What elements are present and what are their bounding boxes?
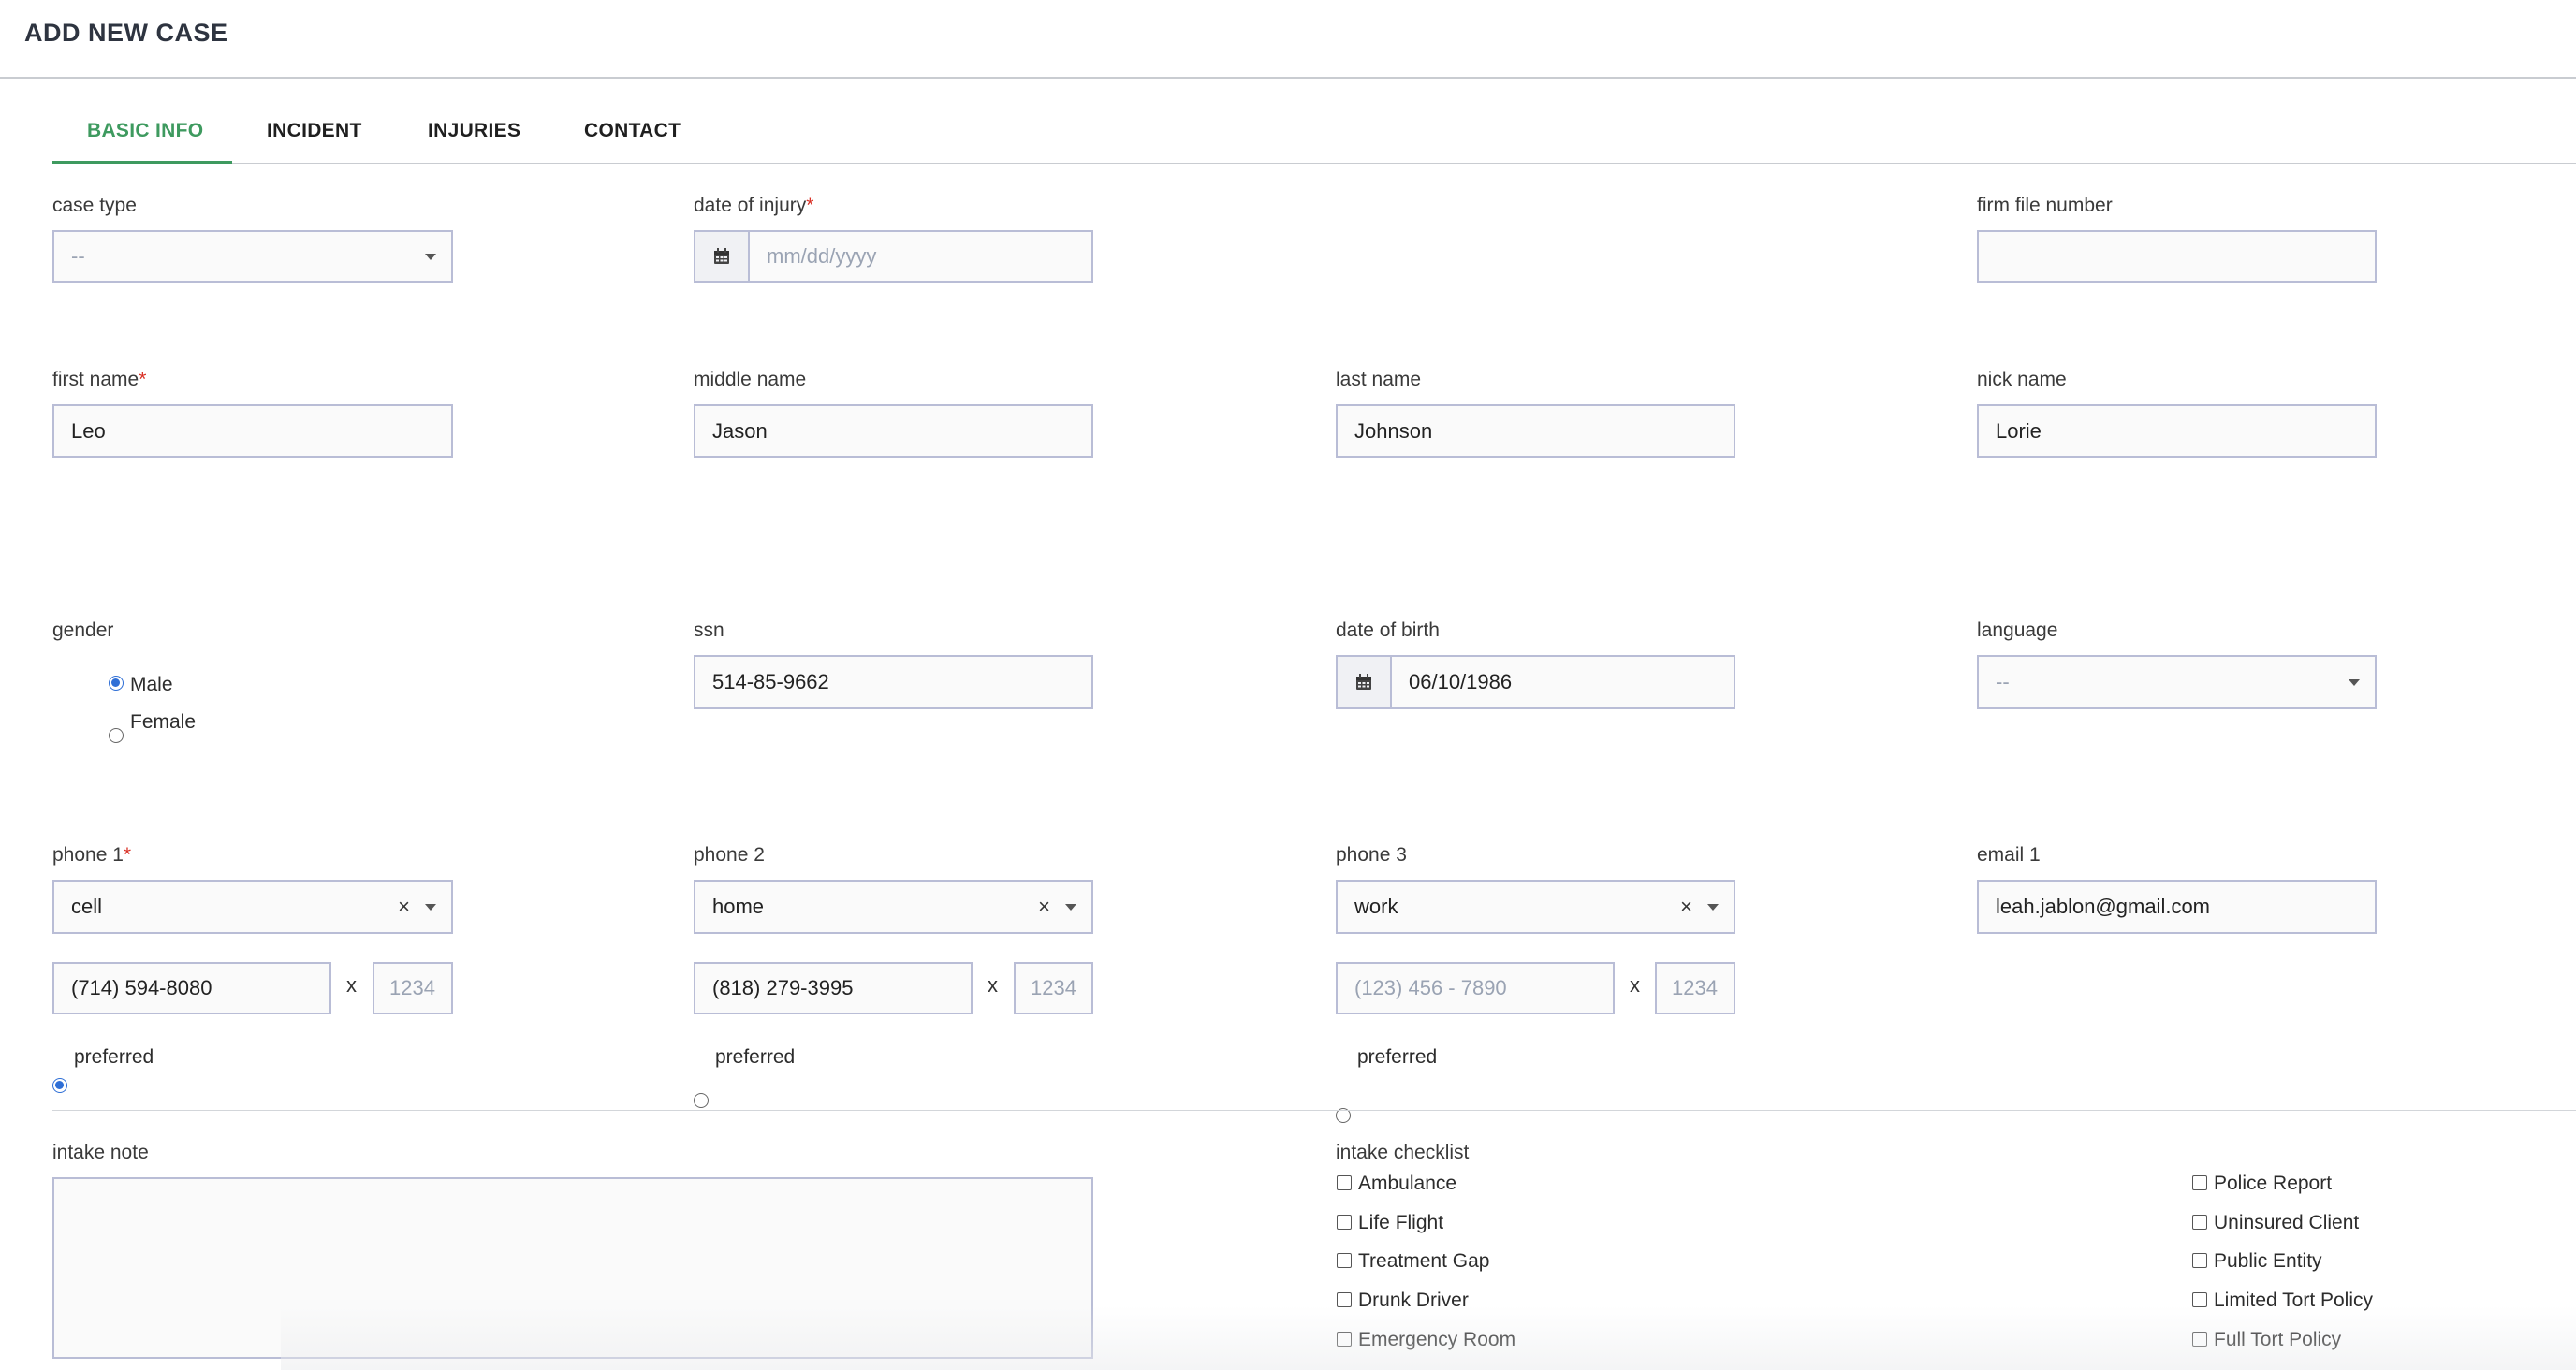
middle-name-label: middle name [694, 369, 807, 390]
phone-2-label: phone 2 [694, 844, 765, 866]
language-value: -- [1996, 670, 2010, 693]
date-of-injury-placeholder: mm/dd/yyyy [767, 244, 877, 268]
phone-2-number-input[interactable]: (818) 279-3995 [694, 962, 973, 1014]
nick-name-label: nick name [1977, 369, 2067, 390]
gender-female-label[interactable]: Female [130, 711, 196, 734]
email-1-label: email 1 [1977, 844, 2041, 866]
checklist-item-label[interactable]: Limited Tort Policy [2214, 1290, 2373, 1312]
checklist-item-label[interactable]: Drunk Driver [1358, 1290, 1469, 1312]
ssn-input[interactable]: 514-85-9662 [694, 655, 1093, 709]
phone-2-extension-input[interactable]: 1234 [1014, 962, 1093, 1014]
gender-female-radio[interactable] [109, 728, 124, 743]
first-name-label: first name* [52, 369, 147, 390]
phone-2-preferred-label[interactable]: preferred [715, 1046, 795, 1069]
header-divider [0, 77, 2576, 79]
email-1-input[interactable]: leah.jablon@gmail.com [1977, 880, 2377, 934]
checkbox-treatment-gap[interactable] [1337, 1253, 1352, 1268]
page-title: ADD NEW CASE [24, 19, 228, 47]
date-of-birth-field[interactable]: 06/10/1986 [1336, 655, 1735, 709]
phone-2-type-select[interactable]: home × [694, 880, 1093, 934]
case-type-value: -- [71, 244, 85, 268]
active-tab-indicator [52, 161, 232, 164]
phone-1-type-select[interactable]: cell × [52, 880, 453, 934]
phone-3-label: phone 3 [1336, 844, 1407, 866]
intake-note-textarea[interactable] [52, 1177, 1093, 1359]
extension-separator: x [346, 973, 357, 997]
intake-note-label: intake note [52, 1142, 149, 1163]
phone-1-number-input[interactable]: (714) 594-8080 [52, 962, 331, 1014]
tabs-divider [52, 163, 2576, 164]
chevron-down-icon [2349, 679, 2360, 686]
date-of-injury-label: date of injury* [694, 195, 814, 216]
phone-1-label: phone 1* [52, 844, 132, 866]
date-of-birth-label: date of birth [1336, 619, 1440, 641]
phone-3-extension-input[interactable]: 1234 [1655, 962, 1735, 1014]
phone-1-extension-input[interactable]: 1234 [373, 962, 453, 1014]
checkbox-full-tort-policy[interactable] [2192, 1332, 2207, 1347]
phone-1-preferred-label[interactable]: preferred [74, 1046, 154, 1069]
chevron-down-icon [1707, 904, 1719, 911]
language-label: language [1977, 619, 2058, 641]
last-name-input[interactable]: Johnson [1336, 404, 1735, 458]
middle-name-input[interactable]: Jason [694, 404, 1093, 458]
checkbox-public-entity[interactable] [2192, 1253, 2207, 1268]
date-of-injury-field[interactable]: mm/dd/yyyy [694, 230, 1093, 283]
gender-male-label[interactable]: Male [130, 674, 173, 696]
calendar-icon[interactable] [1338, 657, 1392, 707]
checklist-item-label[interactable]: Public Entity [2214, 1250, 2322, 1273]
tab-contact[interactable]: CONTACT [584, 120, 681, 142]
clear-icon[interactable]: × [1680, 895, 1692, 919]
phone-3-preferred-label[interactable]: preferred [1357, 1046, 1437, 1069]
clear-icon[interactable]: × [1038, 895, 1050, 919]
required-mark: * [806, 195, 814, 216]
phone-2-preferred-radio[interactable] [694, 1093, 709, 1108]
chevron-down-icon [425, 254, 436, 260]
clear-icon[interactable]: × [398, 895, 410, 919]
checklist-item-label[interactable]: Emergency Room [1358, 1329, 1515, 1351]
chevron-down-icon [425, 904, 436, 911]
checkbox-drunk-driver[interactable] [1337, 1292, 1352, 1307]
checklist-item-label[interactable]: Treatment Gap [1358, 1250, 1489, 1273]
checklist-item-label[interactable]: Uninsured Client [2214, 1212, 2359, 1234]
tab-injuries[interactable]: INJURIES [428, 120, 520, 142]
checklist-item-label[interactable]: Ambulance [1358, 1173, 1456, 1195]
firm-file-number-input[interactable] [1977, 230, 2377, 283]
nick-name-input[interactable]: Lorie [1977, 404, 2377, 458]
checkbox-uninsured-client[interactable] [2192, 1215, 2207, 1230]
checkbox-life-flight[interactable] [1337, 1215, 1352, 1230]
phone-3-number-input[interactable]: (123) 456 - 7890 [1336, 962, 1615, 1014]
checkbox-emergency-room[interactable] [1337, 1332, 1352, 1347]
gender-male-radio[interactable] [109, 676, 124, 691]
checklist-item-label[interactable]: Life Flight [1358, 1212, 1443, 1234]
required-mark: * [139, 369, 147, 390]
first-name-input[interactable]: Leo [52, 404, 453, 458]
tab-basic-info[interactable]: BASIC INFO [87, 120, 203, 142]
firm-file-number-label: firm file number [1977, 195, 2113, 216]
last-name-label: last name [1336, 369, 1422, 390]
calendar-icon[interactable] [695, 232, 750, 281]
case-type-label: case type [52, 195, 137, 216]
checklist-item-label[interactable]: Police Report [2214, 1173, 2332, 1195]
checklist-item-label[interactable]: Full Tort Policy [2214, 1329, 2341, 1351]
extension-separator: x [1630, 973, 1640, 997]
gender-label: gender [52, 619, 114, 641]
ssn-label: ssn [694, 619, 724, 641]
required-mark: * [123, 844, 132, 866]
chevron-down-icon [1065, 904, 1076, 911]
checkbox-limited-tort-policy[interactable] [2192, 1292, 2207, 1307]
checkbox-police-report[interactable] [2192, 1175, 2207, 1190]
section-divider [52, 1110, 2576, 1111]
tab-incident[interactable]: INCIDENT [267, 120, 362, 142]
date-of-birth-value: 06/10/1986 [1409, 670, 1513, 693]
phone-3-type-select[interactable]: work × [1336, 880, 1735, 934]
extension-separator: x [988, 973, 998, 997]
language-select[interactable]: -- [1977, 655, 2377, 709]
intake-checklist-label: intake checklist [1336, 1142, 1470, 1163]
case-type-select[interactable]: -- [52, 230, 453, 283]
checkbox-ambulance[interactable] [1337, 1175, 1352, 1190]
phone-1-preferred-radio[interactable] [52, 1078, 67, 1093]
